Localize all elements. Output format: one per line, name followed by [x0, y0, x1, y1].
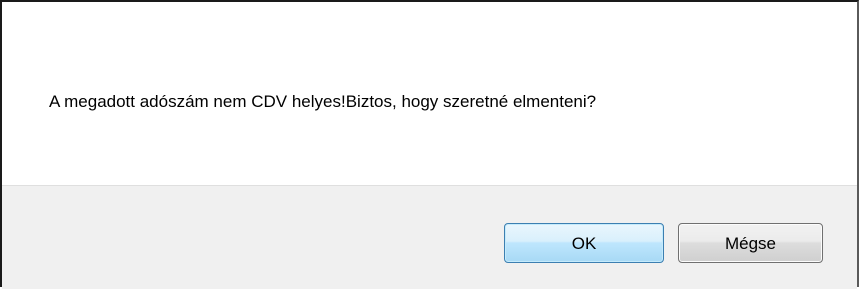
confirm-dialog: A megadott adószám nem CDV helyes!Biztos…: [0, 0, 859, 289]
dialog-button-bar: OK Mégse: [2, 186, 857, 289]
dialog-message: A megadott adószám nem CDV helyes!Biztos…: [49, 92, 597, 111]
dialog-content: A megadott adószám nem CDV helyes!Biztos…: [2, 2, 857, 186]
cancel-button[interactable]: Mégse: [678, 223, 823, 263]
ok-button[interactable]: OK: [504, 223, 664, 263]
